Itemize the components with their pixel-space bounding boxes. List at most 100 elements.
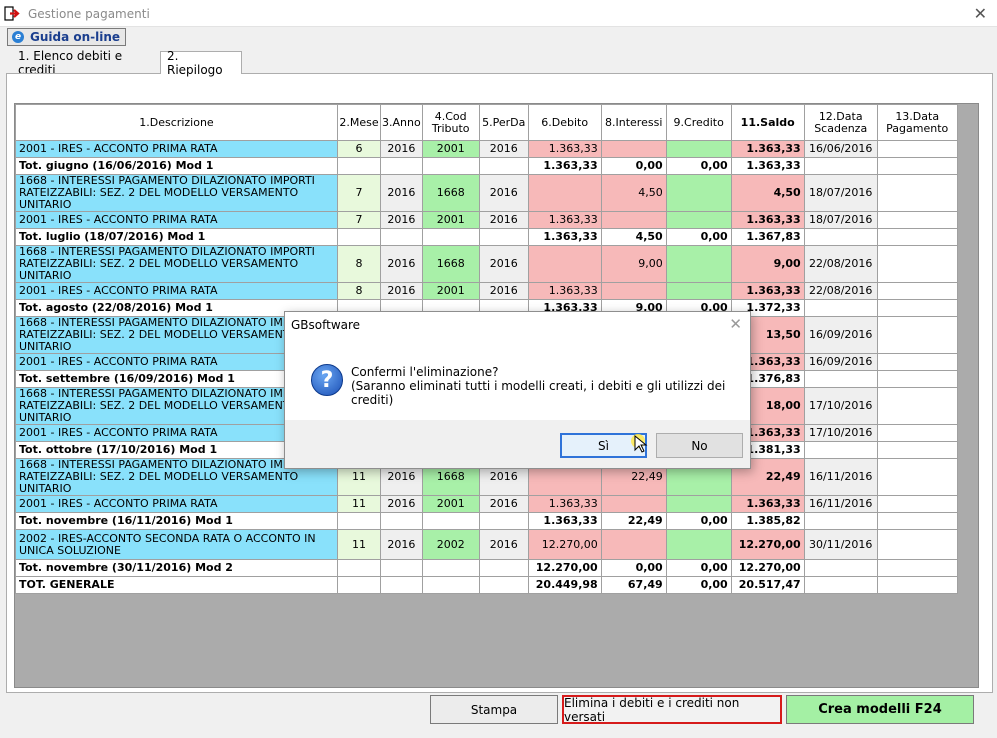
total-label-cell[interactable]: TOT. GENERALE bbox=[15, 576, 338, 594]
pagamento-cell[interactable] bbox=[876, 424, 958, 442]
scadenza-cell[interactable] bbox=[803, 299, 878, 317]
column-header[interactable]: 4.Cod Tributo bbox=[421, 104, 480, 141]
scadenza-cell[interactable]: 17/10/2016 bbox=[803, 387, 878, 425]
column-header[interactable]: 9.Credito bbox=[665, 104, 732, 141]
interessi-cell[interactable]: 0,00 bbox=[600, 559, 667, 577]
scadenza-cell[interactable]: 16/11/2016 bbox=[803, 458, 878, 496]
pagamento-cell[interactable] bbox=[876, 157, 958, 175]
credito-cell[interactable] bbox=[665, 211, 732, 229]
pagamento-cell[interactable] bbox=[876, 316, 958, 354]
debito-cell[interactable]: 1.363,33 bbox=[527, 282, 602, 300]
perda-cell[interactable]: 2016 bbox=[478, 211, 529, 229]
perda-cell[interactable]: 2016 bbox=[478, 529, 529, 560]
credito-cell[interactable]: 0,00 bbox=[665, 559, 732, 577]
cod-tributo-cell[interactable]: 2001 bbox=[421, 140, 480, 158]
empty-cell[interactable] bbox=[421, 157, 480, 175]
pagamento-cell[interactable] bbox=[876, 140, 958, 158]
empty-cell[interactable] bbox=[478, 157, 529, 175]
pagamento-cell[interactable] bbox=[876, 174, 958, 212]
empty-cell[interactable] bbox=[478, 559, 529, 577]
credito-cell[interactable] bbox=[665, 282, 732, 300]
interessi-cell[interactable] bbox=[600, 211, 667, 229]
online-help-button[interactable]: e Guida on-line bbox=[7, 28, 126, 46]
anno-cell[interactable]: 2016 bbox=[380, 140, 423, 158]
empty-cell[interactable] bbox=[478, 576, 529, 594]
column-header[interactable]: 6.Debito bbox=[527, 104, 602, 141]
delete-unpaid-button[interactable]: Elimina i debiti e i crediti non versati bbox=[562, 695, 782, 724]
scadenza-cell[interactable] bbox=[803, 441, 878, 459]
scadenza-cell[interactable]: 22/08/2016 bbox=[803, 245, 878, 283]
interessi-cell[interactable] bbox=[600, 529, 667, 560]
interessi-cell[interactable]: 0,00 bbox=[600, 157, 667, 175]
credito-cell[interactable] bbox=[665, 495, 732, 513]
cod-tributo-cell[interactable]: 2001 bbox=[421, 495, 480, 513]
tab-elenco-debiti-crediti[interactable]: 1. Elenco debiti e crediti bbox=[12, 49, 160, 77]
debito-cell[interactable]: 1.363,33 bbox=[527, 495, 602, 513]
scadenza-cell[interactable]: 18/07/2016 bbox=[803, 211, 878, 229]
saldo-cell[interactable]: 20.517,47 bbox=[730, 576, 805, 594]
scadenza-cell[interactable] bbox=[803, 370, 878, 388]
scadenza-cell[interactable]: 22/08/2016 bbox=[803, 282, 878, 300]
cod-tributo-cell[interactable]: 1668 bbox=[421, 245, 480, 283]
debito-cell[interactable] bbox=[527, 245, 602, 283]
cod-tributo-cell[interactable]: 2001 bbox=[421, 211, 480, 229]
debito-cell[interactable]: 1.363,33 bbox=[527, 211, 602, 229]
scadenza-cell[interactable]: 16/06/2016 bbox=[803, 140, 878, 158]
total-label-cell[interactable]: Tot. novembre (16/11/2016) Mod 1 bbox=[15, 512, 338, 530]
scadenza-cell[interactable] bbox=[803, 559, 878, 577]
descrizione-cell[interactable]: 2001 - IRES - ACCONTO PRIMA RATA bbox=[15, 140, 338, 158]
anno-cell[interactable]: 2016 bbox=[380, 282, 423, 300]
create-f24-button[interactable]: Crea modelli F24 bbox=[786, 695, 974, 724]
window-close-icon[interactable]: ✕ bbox=[974, 4, 987, 23]
descrizione-cell[interactable]: 1668 - INTERESSI PAGAMENTO DILAZIONATO I… bbox=[15, 174, 338, 212]
scadenza-cell[interactable]: 16/09/2016 bbox=[803, 316, 878, 354]
debito-cell[interactable]: 1.363,33 bbox=[527, 157, 602, 175]
total-row[interactable]: Tot. novembre (30/11/2016) Mod 2 12.270,0… bbox=[15, 559, 958, 577]
scadenza-cell[interactable]: 17/10/2016 bbox=[803, 424, 878, 442]
scadenza-cell[interactable]: 18/07/2016 bbox=[803, 174, 878, 212]
pagamento-cell[interactable] bbox=[876, 576, 958, 594]
empty-cell[interactable] bbox=[421, 512, 480, 530]
interessi-cell[interactable]: 4,50 bbox=[600, 228, 667, 246]
column-header[interactable]: 5.PerDa bbox=[478, 104, 529, 141]
saldo-cell[interactable]: 1.363,33 bbox=[730, 140, 805, 158]
total-label-cell[interactable]: Tot. giugno (16/06/2016) Mod 1 bbox=[15, 157, 338, 175]
empty-cell[interactable] bbox=[337, 512, 381, 530]
empty-cell[interactable] bbox=[380, 576, 423, 594]
saldo-cell[interactable]: 1.363,33 bbox=[730, 211, 805, 229]
interessi-cell[interactable] bbox=[600, 282, 667, 300]
anno-cell[interactable]: 2016 bbox=[380, 495, 423, 513]
anno-cell[interactable]: 2016 bbox=[380, 245, 423, 283]
credito-cell[interactable] bbox=[665, 174, 732, 212]
print-button[interactable]: Stampa bbox=[430, 695, 558, 724]
pagamento-cell[interactable] bbox=[876, 370, 958, 388]
column-header[interactable]: 1.Descrizione bbox=[15, 104, 338, 141]
cod-tributo-cell[interactable]: 1668 bbox=[421, 174, 480, 212]
table-row[interactable]: 2001 - IRES - ACCONTO PRIMA RATA 6 2016 200… bbox=[15, 140, 958, 158]
pagamento-cell[interactable] bbox=[876, 529, 958, 560]
scadenza-cell[interactable] bbox=[803, 157, 878, 175]
dialog-close-icon[interactable]: ✕ bbox=[729, 315, 742, 333]
credito-cell[interactable]: 0,00 bbox=[665, 576, 732, 594]
interessi-cell[interactable]: 22,49 bbox=[600, 512, 667, 530]
descrizione-cell[interactable]: 2001 - IRES - ACCONTO PRIMA RATA bbox=[15, 211, 338, 229]
total-label-cell[interactable]: Tot. novembre (30/11/2016) Mod 2 bbox=[15, 559, 338, 577]
saldo-cell[interactable]: 12.270,00 bbox=[730, 529, 805, 560]
credito-cell[interactable] bbox=[665, 245, 732, 283]
total-row[interactable]: Tot. giugno (16/06/2016) Mod 1 1.363,33 0,… bbox=[15, 157, 958, 175]
scadenza-cell[interactable]: 16/09/2016 bbox=[803, 353, 878, 371]
cod-tributo-cell[interactable]: 2002 bbox=[421, 529, 480, 560]
perda-cell[interactable]: 2016 bbox=[478, 495, 529, 513]
saldo-cell[interactable]: 1.363,33 bbox=[730, 282, 805, 300]
perda-cell[interactable]: 2016 bbox=[478, 140, 529, 158]
column-header[interactable]: 8.Interessi bbox=[600, 104, 667, 141]
saldo-cell[interactable]: 1.367,83 bbox=[730, 228, 805, 246]
empty-cell[interactable] bbox=[337, 576, 381, 594]
mese-cell[interactable]: 11 bbox=[337, 495, 381, 513]
empty-cell[interactable] bbox=[478, 228, 529, 246]
table-row[interactable]: 2001 - IRES - ACCONTO PRIMA RATA 8 2016 200… bbox=[15, 282, 958, 300]
empty-cell[interactable] bbox=[421, 559, 480, 577]
descrizione-cell[interactable]: 2002 - IRES-ACCONTO SECONDA RATA O ACCON… bbox=[15, 529, 338, 560]
mese-cell[interactable]: 8 bbox=[337, 245, 381, 283]
debito-cell[interactable] bbox=[527, 174, 602, 212]
